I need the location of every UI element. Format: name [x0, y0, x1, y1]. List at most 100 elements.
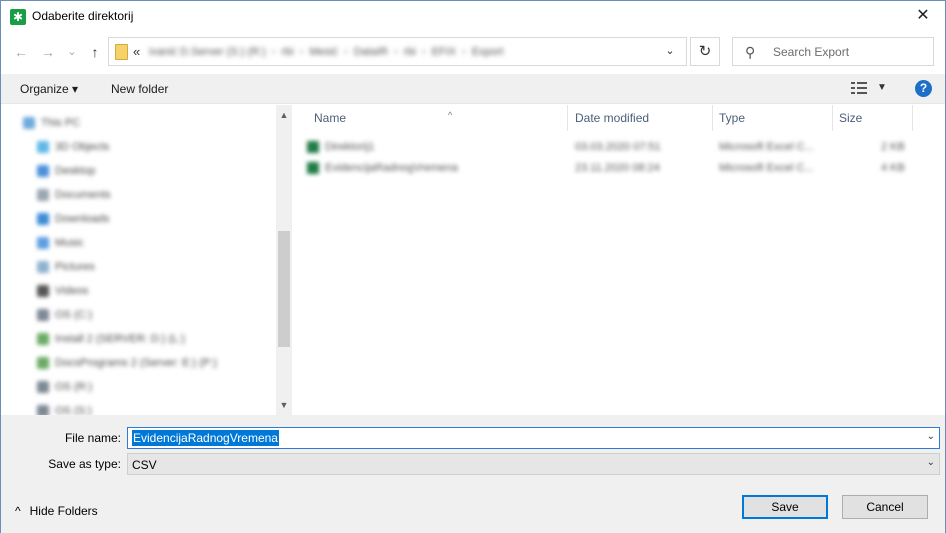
refresh-button[interactable]: ↻ [690, 37, 720, 66]
file-type: Microsoft Excel C... [719, 141, 814, 153]
save-button[interactable]: Save [742, 495, 828, 519]
hide-folders-button[interactable]: ^ Hide Folders [15, 504, 98, 518]
file-row[interactable]: Direktorij1 03.03.2020 07:51 Microsoft Exc… [307, 137, 917, 157]
breadcrumb-separator-icon[interactable]: › [300, 46, 304, 58]
sidebar-item[interactable]: Videos [37, 281, 88, 301]
file-name-label: File name: [64, 431, 121, 445]
up-button[interactable]: ↑ [84, 41, 106, 63]
help-icon[interactable]: ? [915, 80, 932, 97]
breadcrumb-item[interactable]: EFIX [432, 46, 456, 58]
save-dialog: ✱ Odaberite direktorij ✕ ← → ⌄ ↑ « ivani… [0, 0, 946, 533]
sidebar-item[interactable]: Documents [37, 185, 111, 205]
csv-file-icon [307, 141, 319, 153]
sidebar-item-label: Documents [55, 189, 111, 201]
navigation-pane: This PC 3D Objects Desktop Documents Downloa… [1, 105, 292, 415]
column-header-label: Name [314, 111, 347, 125]
sidebar-item[interactable]: Downloads [37, 209, 109, 229]
sidebar-item[interactable]: OS (S:) [37, 401, 92, 415]
breadcrumb-item[interactable]: rbi [281, 46, 293, 58]
navigation-pane-scrollbar[interactable]: ▲ ▼ [276, 105, 292, 415]
app-icon: ✱ [10, 9, 26, 25]
drive-folder-icon [37, 381, 49, 393]
search-icon: ⚲ [745, 44, 756, 60]
breadcrumb-separator-icon[interactable]: › [462, 46, 466, 58]
hide-folders-label: Hide Folders [29, 504, 98, 518]
sidebar-item[interactable]: This PC [23, 113, 80, 133]
sidebar-item[interactable]: Pictures [37, 257, 95, 277]
sidebar-item-label: This PC [41, 117, 81, 129]
scroll-up-icon[interactable]: ▲ [276, 107, 292, 123]
close-button[interactable]: ✕ [901, 1, 945, 31]
save-type-label: Save as type: [48, 457, 121, 471]
drive-folder-icon [37, 285, 49, 297]
folder-icon [115, 44, 128, 60]
scrollbar-thumb[interactable] [278, 231, 290, 347]
address-bar[interactable]: « ivanić D.Server (S:) (R:) › rbi › Mesić › Da… [108, 37, 687, 66]
window-title: Odaberite direktorij [32, 9, 134, 23]
file-type: Microsoft Excel C... [719, 162, 814, 174]
sidebar-item[interactable]: DocsPrograms 2 (Server: E:) (P:) [37, 353, 217, 373]
sort-ascending-icon: ^ [448, 110, 453, 120]
save-options-panel: File name: EvidencijaRadnogVremena ⌄ Sav… [1, 415, 945, 533]
forward-button[interactable]: → [37, 41, 59, 63]
drive-folder-icon [37, 237, 49, 249]
sidebar-item[interactable]: OS (C:) [37, 305, 92, 325]
sidebar-item-label: Videos [55, 285, 89, 297]
sidebar-item[interactable]: OS (R:) [37, 377, 92, 397]
breadcrumb-separator-icon[interactable]: › [422, 46, 426, 58]
address-overflow-icon[interactable]: « [133, 44, 140, 59]
sidebar-item[interactable]: Install 2 (SERVER: D:) (L:) [37, 329, 185, 349]
address-dropdown-button[interactable]: ⌄ [655, 37, 685, 66]
file-name-dropdown-icon[interactable]: ⌄ [927, 431, 935, 442]
recent-locations-button[interactable]: ⌄ [61, 41, 83, 63]
file-name-field[interactable]: EvidencijaRadnogVremena ⌄ [127, 427, 940, 449]
file-row[interactable]: EvidencijaRadnogVremena 23.11.2020 08:24 M… [307, 158, 917, 178]
organize-button[interactable]: Organize ▾ [20, 82, 78, 96]
sidebar-item-label: Downloads [55, 213, 110, 225]
breadcrumb-separator-icon[interactable]: › [344, 46, 348, 58]
column-header-name[interactable]: Name ^ [308, 105, 568, 131]
file-list: Name ^ Date modified Type Size Direktori… [293, 105, 945, 415]
search-placeholder: Search Export [773, 45, 850, 59]
breadcrumb-item[interactable]: rbi [404, 46, 416, 58]
sidebar-item[interactable]: 3D Objects [37, 137, 109, 157]
search-input[interactable]: ⚲ Search Export [732, 37, 934, 66]
drive-folder-icon [37, 189, 49, 201]
details-view-icon[interactable] [851, 82, 867, 94]
breadcrumb-item[interactable]: ivanić D.Server (S:) (R:) [149, 46, 266, 58]
file-size: 4 KB [881, 162, 905, 174]
sidebar-item-label: Music [55, 237, 84, 249]
breadcrumb-item[interactable]: Mesić [309, 46, 338, 58]
sidebar-item[interactable]: Music [37, 233, 84, 253]
drive-folder-icon [37, 357, 49, 369]
save-type-dropdown-icon: ⌄ [926, 457, 935, 468]
breadcrumb-item[interactable]: DataIR [354, 46, 388, 58]
breadcrumb-item[interactable]: Export [472, 46, 504, 58]
column-header-date[interactable]: Date modified [569, 105, 713, 131]
file-name: Direktorij1 [325, 141, 375, 153]
csv-file-icon [307, 162, 319, 174]
breadcrumb-separator-icon[interactable]: › [272, 46, 276, 58]
sidebar-item-label: Desktop [55, 165, 96, 177]
column-header-type[interactable]: Type [713, 105, 833, 131]
new-folder-button[interactable]: New folder [111, 82, 168, 96]
scroll-down-icon[interactable]: ▼ [276, 397, 292, 413]
drive-folder-icon [37, 261, 49, 273]
sidebar-item-label: 3D Objects [55, 141, 110, 153]
sidebar-item[interactable]: Desktop [37, 161, 95, 181]
column-header-size[interactable]: Size [833, 105, 913, 131]
back-button[interactable]: ← [10, 41, 32, 63]
drive-folder-icon [37, 165, 49, 177]
file-name-value: EvidencijaRadnogVremena [132, 430, 279, 446]
cancel-button[interactable]: Cancel [842, 495, 928, 519]
save-type-select[interactable]: CSV ⌄ [127, 453, 940, 475]
sidebar-item-label: OS (R:) [55, 381, 93, 393]
drive-folder-icon [37, 405, 49, 415]
title-bar: ✱ Odaberite direktorij ✕ [1, 1, 945, 32]
sidebar-item-label: Install 2 (SERVER: D:) (L:) [55, 333, 185, 345]
file-date: 23.11.2020 08:24 [575, 162, 660, 174]
view-options-dropdown[interactable]: ▼ [877, 82, 887, 93]
breadcrumb-separator-icon[interactable]: › [394, 46, 398, 58]
file-size: 2 KB [881, 141, 905, 153]
drive-folder-icon [37, 141, 49, 153]
